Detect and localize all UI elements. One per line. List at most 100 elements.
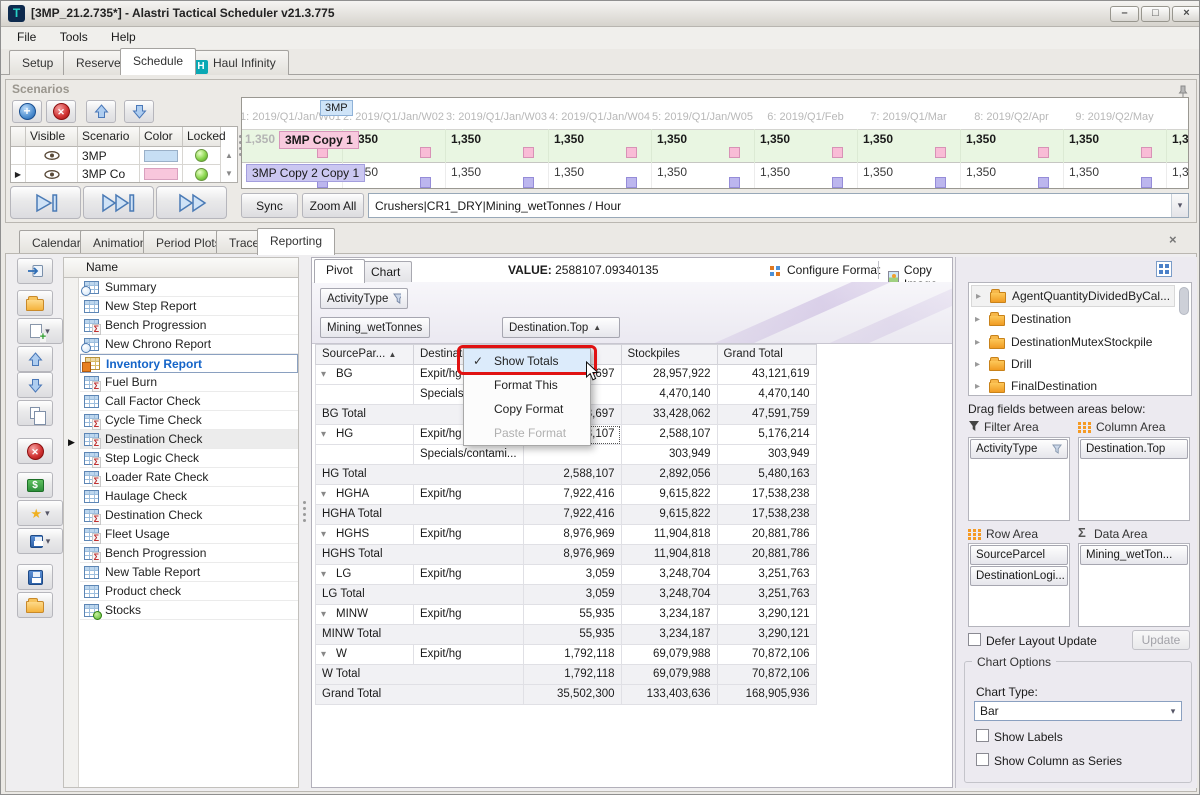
menu-file[interactable]: File <box>7 27 46 47</box>
delete-report-button[interactable]: ✕ <box>17 438 53 464</box>
close-button[interactable]: × <box>1172 6 1200 22</box>
fast-forward-button[interactable] <box>156 186 227 219</box>
move-report-down-button[interactable] <box>17 372 53 398</box>
open-report-button[interactable] <box>17 290 53 316</box>
locked-cell[interactable] <box>183 165 221 183</box>
tab-chart[interactable]: Chart <box>359 261 412 283</box>
report-item[interactable]: New Chrono Report <box>80 335 298 354</box>
scenario-tag-3mp-copy-2-copy-1[interactable]: 3MP Copy 2 Copy 1 <box>246 164 365 182</box>
scroll-up-arrow[interactable]: ▲ <box>221 149 237 163</box>
report-item[interactable]: Stocks <box>80 601 298 620</box>
visible-toggle[interactable] <box>26 165 78 183</box>
schedule-timeline[interactable]: 1: 2019/Q1/Jan/W01 2: 2019/Q1/Jan/W02 3:… <box>241 97 1189 189</box>
move-scenario-down-button[interactable] <box>124 100 154 123</box>
report-item[interactable]: New Table Report <box>80 563 298 582</box>
report-item-selected[interactable]: Inventory Report <box>80 354 298 373</box>
data-area-box[interactable]: Mining_wetTon... <box>1078 543 1190 627</box>
tab-haul-infinity[interactable]: HHaul Infinity <box>181 50 289 75</box>
report-item[interactable]: Summary <box>80 278 298 297</box>
menu-tools[interactable]: Tools <box>50 27 98 47</box>
data-field-chip[interactable]: Mining_wetTonnes <box>320 317 430 338</box>
tree-pivot-splitter[interactable] <box>303 501 306 504</box>
load-report-button[interactable] <box>17 592 53 618</box>
report-item[interactable]: Fuel Burn <box>80 373 298 392</box>
scroll-down-arrow[interactable]: ▼ <box>221 167 237 181</box>
sync-button[interactable]: Sync <box>241 193 298 218</box>
import-report-button[interactable] <box>17 258 53 284</box>
report-item[interactable]: Destination Check <box>80 506 298 525</box>
col-header-grand-total[interactable]: Grand Total <box>717 345 816 365</box>
tab-setup[interactable]: Setup <box>9 50 66 75</box>
row-area-chip[interactable]: SourceParcel <box>970 545 1068 565</box>
menu-item-copy-format[interactable]: Copy Format <box>464 397 590 421</box>
move-scenario-up-button[interactable] <box>86 100 116 123</box>
report-wizard-button[interactable]: ★▾ <box>17 500 63 526</box>
row-area-box[interactable]: SourceParcel DestinationLogi... <box>968 543 1070 627</box>
tab-pivot[interactable]: Pivot <box>314 259 365 283</box>
report-item[interactable]: Cycle Time Check <box>80 411 298 430</box>
field-folder[interactable]: ▸Drill <box>971 353 1175 375</box>
col-header-scenario[interactable]: Scenario <box>78 127 140 147</box>
col-header-color[interactable]: Color <box>140 127 183 147</box>
show-column-series-checkbox[interactable] <box>976 753 989 766</box>
report-item[interactable]: Call Factor Check <box>80 392 298 411</box>
report-list-header[interactable]: Name <box>64 258 298 278</box>
report-item[interactable]: New Step Report <box>80 297 298 316</box>
col-header-visible[interactable]: Visible <box>26 127 78 147</box>
minimize-button[interactable]: – <box>1110 6 1139 22</box>
show-labels-checkbox[interactable] <box>976 729 989 742</box>
filter-area-chip[interactable]: ActivityType <box>970 439 1068 459</box>
scenario-tag-3mp-copy-1[interactable]: 3MP Copy 1 <box>279 131 359 149</box>
save-report-button[interactable] <box>17 564 53 590</box>
scenario-tag-3mp[interactable]: 3MP <box>320 100 353 116</box>
configure-format-button[interactable]: Configure Format <box>770 263 880 277</box>
scenario-name[interactable]: 3MP Co <box>78 165 140 183</box>
filter-area-box[interactable]: ActivityType <box>968 437 1070 521</box>
report-item[interactable]: Step Logic Check <box>80 449 298 468</box>
cost-report-button[interactable]: $ <box>17 472 53 498</box>
column-field-chip[interactable]: Destination.Top▲ <box>502 317 620 338</box>
filter-field-chip[interactable]: ActivityType <box>320 288 408 309</box>
add-scenario-button[interactable]: + <box>12 100 42 123</box>
scenario-color-cell[interactable] <box>140 165 183 183</box>
field-folder[interactable]: ▸DestinationMutexStockpile <box>971 331 1175 353</box>
report-item[interactable]: Fleet Usage <box>80 525 298 544</box>
field-folder[interactable]: ▸Destination <box>971 308 1175 330</box>
field-folder[interactable]: ▸AgentQuantityDividedByCal... <box>971 285 1175 307</box>
data-area-chip[interactable]: Mining_wetTon... <box>1080 545 1188 565</box>
visible-toggle[interactable] <box>26 147 78 165</box>
maximize-button[interactable]: □ <box>1141 6 1170 22</box>
col-header-locked[interactable]: Locked <box>183 127 221 147</box>
close-reporting-icon[interactable]: × <box>1169 232 1177 247</box>
scrollbar-thumb[interactable] <box>1179 287 1189 315</box>
scenario-color-cell[interactable] <box>140 147 183 165</box>
fast-forward-to-end-button[interactable] <box>83 186 154 219</box>
defer-layout-checkbox[interactable] <box>968 633 981 646</box>
report-item[interactable]: Haulage Check <box>80 487 298 506</box>
report-item[interactable]: Destination Check <box>80 430 298 449</box>
new-report-button[interactable]: ▾ <box>17 318 63 344</box>
update-button[interactable]: Update <box>1132 630 1190 650</box>
export-report-button[interactable]: ▾ <box>17 528 63 554</box>
report-item[interactable]: Product check <box>80 582 298 601</box>
step-forward-button[interactable] <box>10 186 81 219</box>
chart-type-select[interactable]: Bar ▾ <box>974 701 1182 721</box>
scenario-name[interactable]: 3MP <box>78 147 140 165</box>
tab-reporting[interactable]: Reporting <box>257 228 335 255</box>
delete-scenario-button[interactable]: ✕ <box>46 100 76 123</box>
row-area-chip[interactable]: DestinationLogi... <box>970 566 1068 586</box>
zoom-all-button[interactable]: Zoom All <box>302 193 364 218</box>
col-header-sourceparcel[interactable]: SourcePar... ▲ <box>316 345 414 365</box>
layout-grid-icon[interactable] <box>1156 261 1172 277</box>
duplicate-report-button[interactable] <box>17 400 53 426</box>
series-dropdown[interactable]: Crushers|CR1_DRY|Mining_wetTonnes / Hour… <box>368 193 1189 218</box>
field-folder[interactable]: ▸FinalDestination <box>971 375 1175 396</box>
menu-item-format-this[interactable]: Format This <box>464 373 590 397</box>
report-item[interactable]: Bench Progression <box>80 544 298 563</box>
column-area-box[interactable]: Destination.Top <box>1078 437 1190 521</box>
menu-help[interactable]: Help <box>101 27 146 47</box>
col-header-stockpiles[interactable]: Stockpiles <box>621 345 717 365</box>
locked-cell[interactable] <box>183 147 221 165</box>
tab-schedule[interactable]: Schedule <box>120 48 196 75</box>
report-item[interactable]: Bench Progression <box>80 316 298 335</box>
